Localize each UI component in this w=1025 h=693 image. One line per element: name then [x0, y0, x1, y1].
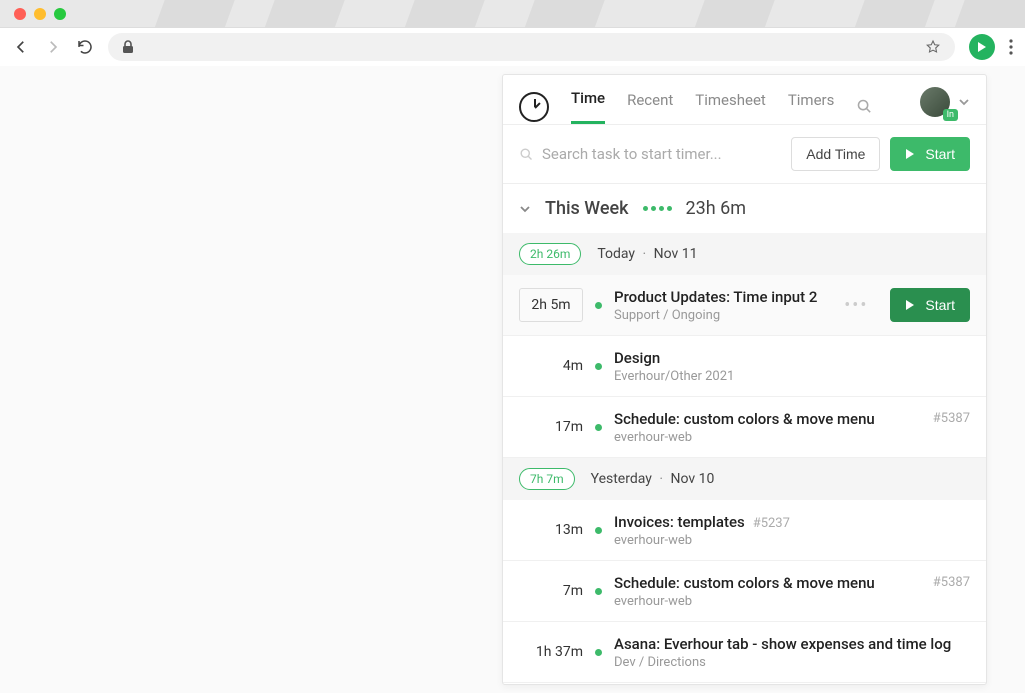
- entry-meta: Invoices: templates #5237 everhour-web: [614, 512, 970, 548]
- day-header: 2h 26m Today · Nov 11: [503, 233, 986, 275]
- search-icon[interactable]: [856, 98, 873, 115]
- entry-tag: #5387: [933, 411, 970, 426]
- add-time-button[interactable]: Add Time: [791, 137, 880, 171]
- entry-title: Product Updates: Time input 2: [614, 288, 817, 306]
- search-placeholder: Search task to start timer...: [542, 145, 722, 163]
- status-dot-icon: [595, 527, 602, 534]
- address-bar[interactable]: [108, 33, 955, 61]
- time-entry[interactable]: 7m Schedule: custom colors & move menu eve…: [503, 561, 986, 622]
- action-row: Search task to start timer... Add Time S…: [503, 125, 986, 184]
- time-entry[interactable]: 4m Design Everhour/Other 2021: [503, 336, 986, 397]
- week-label: This Week: [545, 198, 629, 219]
- day-label: Today · Nov 11: [597, 246, 697, 262]
- search-icon: [519, 147, 534, 162]
- window-controls: [14, 8, 66, 20]
- status-dot-icon: [595, 649, 602, 656]
- star-icon[interactable]: [925, 39, 941, 55]
- week-summary: This Week 23h 6m: [503, 184, 986, 233]
- panel-header: Time Recent Timesheet Timers In: [503, 75, 986, 125]
- entry-title: Asana: Everhour tab - show expenses and …: [614, 635, 951, 653]
- everhour-panel: Time Recent Timesheet Timers In Se: [502, 74, 987, 685]
- entry-meta: Schedule: custom colors & move menu everh…: [614, 573, 970, 609]
- entry-time: 4m: [519, 358, 583, 374]
- minimize-window-button[interactable]: [34, 8, 46, 20]
- entry-sub: Dev / Directions: [614, 655, 970, 670]
- entry-meta: Design Everhour/Other 2021: [614, 348, 970, 384]
- entry-time: 17m: [519, 419, 583, 435]
- entry-time: 7m: [519, 583, 583, 599]
- entry-title: Schedule: custom colors & move menu: [614, 574, 875, 592]
- status-dot-icon: [595, 588, 602, 595]
- entry-sub: everhour-web: [614, 533, 970, 548]
- status-dot-icon: [595, 363, 602, 370]
- everhour-logo-icon: [519, 92, 549, 122]
- time-entry[interactable]: 13m Invoices: templates #5237 everhour-web: [503, 500, 986, 561]
- forward-button[interactable]: [44, 38, 62, 56]
- maximize-window-button[interactable]: [54, 8, 66, 20]
- entry-sub: everhour-web: [614, 594, 970, 609]
- extension-play-button[interactable]: [969, 34, 995, 60]
- time-entry[interactable]: 1h 37m Asana: Everhour tab - show expense…: [503, 622, 986, 683]
- lock-icon: [122, 40, 134, 54]
- entry-title: Design: [614, 349, 660, 367]
- tab-recent[interactable]: Recent: [627, 91, 673, 123]
- entry-tag: #5237: [753, 516, 790, 531]
- play-icon: [905, 149, 915, 159]
- search-input[interactable]: Search task to start timer...: [519, 145, 781, 163]
- browser-menu-button[interactable]: [1009, 39, 1013, 55]
- entry-sub: Support / Ongoing: [614, 308, 832, 323]
- status-dot-icon: [595, 302, 602, 309]
- tab-strip-texture: [0, 0, 1025, 28]
- week-day-dots: [643, 206, 672, 211]
- entry-title: Schedule: custom colors & move menu: [614, 410, 875, 428]
- entry-start-button[interactable]: Start: [890, 288, 970, 322]
- time-entry[interactable]: 2h 5m Product Updates: Time input 2 Suppor…: [503, 275, 986, 336]
- start-button-label: Start: [925, 146, 955, 162]
- back-button[interactable]: [12, 38, 30, 56]
- day-total-pill: 2h 26m: [519, 243, 581, 265]
- entries-list: 2h 26m Today · Nov 11 2h 5m Product Updates…: [503, 233, 986, 684]
- page-content: Time Recent Timesheet Timers In Se: [0, 66, 1025, 693]
- close-window-button[interactable]: [14, 8, 26, 20]
- chevron-down-icon[interactable]: [519, 203, 531, 215]
- day-label: Yesterday · Nov 10: [591, 471, 715, 487]
- entry-meta: Schedule: custom colors & move menu everh…: [614, 409, 970, 445]
- reload-button[interactable]: [76, 38, 94, 56]
- browser-tab-strip: [0, 0, 1025, 28]
- avatar[interactable]: In: [920, 87, 950, 117]
- week-total: 23h 6m: [686, 198, 747, 219]
- play-icon: [905, 300, 915, 310]
- panel-tabs: Time Recent Timesheet Timers: [571, 89, 873, 124]
- entry-meta: Asana: Everhour tab - show expenses and …: [614, 634, 970, 670]
- time-entry[interactable]: 20mInvoices: UI tweaks [low]Dev / Direct…: [503, 683, 986, 684]
- entry-title: Invoices: templates: [614, 513, 745, 531]
- entry-tag: #5387: [933, 575, 970, 590]
- status-badge: In: [943, 109, 958, 121]
- entry-time: 13m: [519, 522, 583, 538]
- tab-time[interactable]: Time: [571, 89, 605, 124]
- time-entry[interactable]: 17m Schedule: custom colors & move menu ev…: [503, 397, 986, 458]
- tab-timers[interactable]: Timers: [788, 91, 835, 123]
- day-header: 7h 7m Yesterday · Nov 10: [503, 458, 986, 500]
- entry-time-input[interactable]: 2h 5m: [519, 288, 583, 322]
- tab-timesheet[interactable]: Timesheet: [695, 91, 766, 123]
- more-icon[interactable]: •••: [844, 295, 868, 316]
- entry-time: 1h 37m: [519, 644, 583, 660]
- day-total-pill: 7h 7m: [519, 468, 575, 490]
- chevron-down-icon[interactable]: [958, 96, 970, 108]
- entry-sub: Everhour/Other 2021: [614, 369, 970, 384]
- entry-sub: everhour-web: [614, 430, 970, 445]
- browser-toolbar: [0, 28, 1025, 66]
- start-button-label: Start: [925, 297, 955, 313]
- start-button[interactable]: Start: [890, 137, 970, 171]
- entry-meta: Product Updates: Time input 2 Support / O…: [614, 287, 832, 323]
- status-dot-icon: [595, 424, 602, 431]
